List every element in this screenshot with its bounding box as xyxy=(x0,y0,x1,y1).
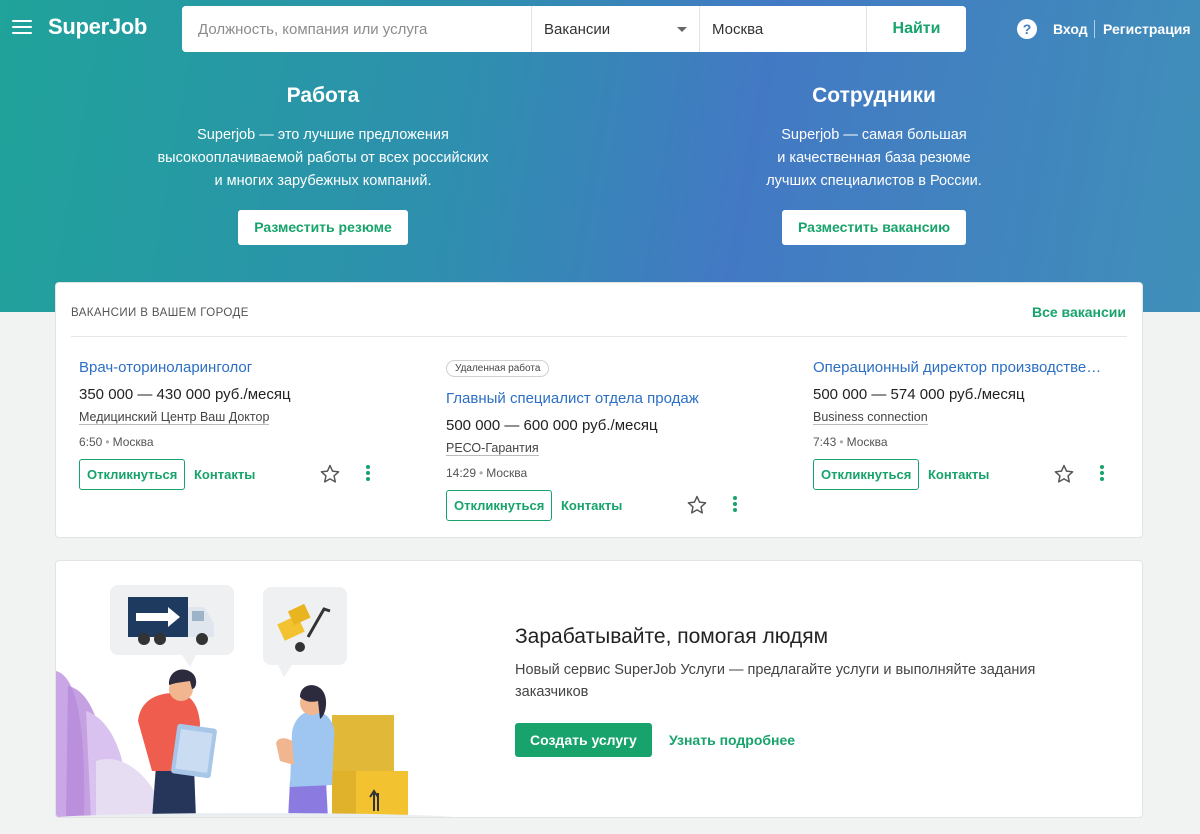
vacancy-meta: 14:29 • Москва xyxy=(446,466,528,480)
respond-button[interactable]: Откликнуться xyxy=(79,459,186,490)
logo[interactable]: SuperJob xyxy=(48,14,147,40)
services-card: Зарабатывайте, помогая людям Новый серви… xyxy=(55,560,1143,818)
header-divider xyxy=(1094,20,1095,38)
register-link[interactable]: Регистрация xyxy=(1103,21,1191,37)
vacancy-actions: Откликнуться Контакты xyxy=(79,459,409,491)
promo-right-title: Сотрудники xyxy=(812,84,936,107)
vacancy-title[interactable]: Операционный директор производстве… xyxy=(813,359,1118,376)
chevron-down-icon xyxy=(677,26,687,32)
menu-icon[interactable] xyxy=(12,20,32,36)
star-icon[interactable] xyxy=(1053,463,1075,485)
promo-employers: Сотрудники Superjob — самая большая и ка… xyxy=(674,84,1074,245)
vacancy-company[interactable]: Медицинский Центр Ваш Доктор xyxy=(79,410,270,425)
search-type-select[interactable]: Вакансии xyxy=(532,6,700,52)
contacts-link[interactable]: Контакты xyxy=(561,498,622,513)
vacancy-salary: 350 000 — 430 000 руб./месяц xyxy=(79,386,291,403)
vacancy-salary: 500 000 — 600 000 руб./месяц xyxy=(446,417,658,434)
search-button[interactable]: Найти xyxy=(867,6,966,52)
contacts-link[interactable]: Контакты xyxy=(194,467,255,482)
vacancies-card: ВАКАНСИИ В ВАШЕМ ГОРОДЕ Все вакансии Вра… xyxy=(55,282,1143,538)
more-icon[interactable] xyxy=(365,465,371,483)
vacancy-title[interactable]: Врач-оториноларинголог xyxy=(79,359,409,376)
vacancy-company[interactable]: РЕСО-Гарантия xyxy=(446,441,539,456)
promo-left-title: Работа xyxy=(286,84,360,107)
vacancy-time: 6:50 xyxy=(79,435,103,449)
more-icon[interactable] xyxy=(732,496,738,514)
create-service-button[interactable]: Создать услугу xyxy=(515,723,652,757)
search-input[interactable] xyxy=(182,6,532,52)
search-bar: Вакансии Найти xyxy=(182,6,966,52)
services-description: Новый сервис SuperJob Услуги — предлагай… xyxy=(515,662,1036,700)
vacancy-title[interactable]: Главный специалист отдела продаж xyxy=(446,390,776,407)
promo-right-text: Superjob — самая большая и качественная … xyxy=(766,127,982,189)
vacancy-salary: 500 000 — 574 000 руб./месяц xyxy=(813,386,1025,403)
vacancy-item: Врач-оториноларинголог 350 000 — 430 000… xyxy=(79,359,409,491)
vacancy-time: 14:29 xyxy=(446,466,477,480)
more-icon[interactable] xyxy=(1099,465,1105,483)
all-vacancies-link[interactable]: Все вакансии xyxy=(1032,304,1126,320)
promo-jobseekers: Работа Superjob — это лучшие предложения… xyxy=(123,84,523,245)
vacancy-actions: Откликнуться Контакты xyxy=(813,459,1118,491)
hero-banner: SuperJob Вакансии Найти ? Вход Регистрац… xyxy=(0,0,1200,312)
remote-badge: Удаленная работа xyxy=(446,360,550,377)
city-input[interactable] xyxy=(700,6,867,52)
star-icon[interactable] xyxy=(319,463,341,485)
vacancy-city: Москва xyxy=(112,435,154,449)
search-type-value: Вакансии xyxy=(544,20,611,38)
learn-more-link[interactable]: Узнать подробнее xyxy=(669,732,795,748)
vacancy-time: 7:43 xyxy=(813,435,837,449)
vacancy-item: Операционный директор производстве… 500 … xyxy=(813,359,1118,491)
vacancy-meta: 6:50 • Москва xyxy=(79,435,154,449)
vacancy-city: Москва xyxy=(846,435,888,449)
vacancy-city: Москва xyxy=(486,466,528,480)
vacancy-actions: Откликнуться Контакты xyxy=(446,490,776,522)
contacts-link[interactable]: Контакты xyxy=(928,467,989,482)
services-title: Зарабатывайте, помогая людям xyxy=(515,625,829,648)
respond-button[interactable]: Откликнуться xyxy=(813,459,920,490)
divider xyxy=(71,336,1127,337)
respond-button[interactable]: Откликнуться xyxy=(446,490,553,521)
star-icon[interactable] xyxy=(686,494,708,516)
post-resume-button[interactable]: Разместить резюме xyxy=(238,210,408,245)
login-link[interactable]: Вход xyxy=(1053,21,1088,37)
vacancies-heading: ВАКАНСИИ В ВАШЕМ ГОРОДЕ xyxy=(71,307,249,319)
services-illustration xyxy=(56,585,454,817)
vacancy-item: Удаленная работа Главный специалист отде… xyxy=(446,358,776,522)
vacancy-company[interactable]: Business connection xyxy=(813,410,928,425)
help-icon[interactable]: ? xyxy=(1017,19,1037,39)
vacancy-meta: 7:43 • Москва xyxy=(813,435,888,449)
promo-left-text: Superjob — это лучшие предложения высоко… xyxy=(157,127,489,189)
post-vacancy-button[interactable]: Разместить вакансию xyxy=(781,210,967,245)
